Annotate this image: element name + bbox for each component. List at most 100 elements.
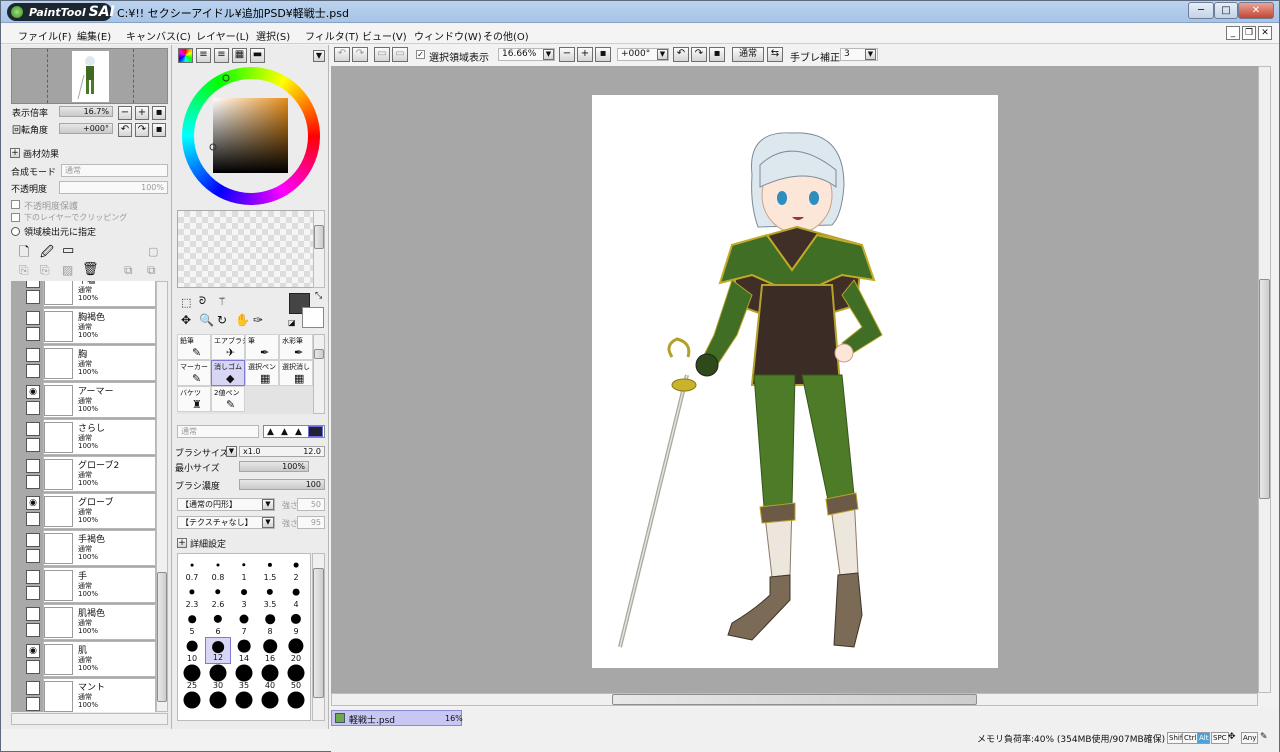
brush-size-cell[interactable]: 9 (283, 610, 309, 637)
toolbar-zoom-in-button[interactable]: + (577, 47, 593, 62)
tool-eraser[interactable]: 消しゴム ◆ (211, 360, 245, 386)
link-mask-icon[interactable]: ⧉ (147, 263, 156, 278)
menu-filter[interactable]: フィルタ(T) (305, 28, 359, 43)
view-mode-button[interactable]: 通常 (732, 47, 764, 62)
opacity-slider[interactable]: 100% (59, 181, 168, 194)
brush-blend-select[interactable]: 通常 (177, 425, 259, 438)
layer-row[interactable]: 胸褐色 通常 100% (11, 308, 156, 345)
layer-lock-toggle[interactable] (26, 401, 40, 415)
rect-select-icon[interactable]: ⬚ (181, 296, 191, 309)
menu-canvas[interactable]: キャンバス(C) (126, 28, 191, 43)
layer-item[interactable]: 胸褐色 通常 100% (43, 308, 156, 344)
menu-window[interactable]: ウィンドウ(W) (414, 28, 482, 43)
min-size-slider[interactable]: 100% (239, 461, 309, 472)
minimize-button[interactable]: ─ (1188, 2, 1214, 19)
layer-lock-toggle[interactable] (26, 364, 40, 378)
tool-watercolor[interactable]: 水彩筆 ✒ (279, 334, 313, 360)
clear-layer-icon[interactable]: ▨ (62, 263, 73, 277)
apply-mask-icon[interactable]: ⧉ (124, 263, 133, 278)
toolbar-rotate-reset-button[interactable]: ▪ (709, 47, 725, 62)
paper-effect-expand-icon[interactable]: + (10, 148, 20, 158)
zoom-reset-button[interactable]: ▪ (152, 106, 166, 120)
new-layer-icon[interactable]: 🗋 (19, 243, 29, 265)
color-wheel-tab-icon[interactable] (178, 48, 193, 63)
visibility-toggle[interactable] (26, 422, 40, 436)
layer-scrollbar-thumb[interactable] (157, 572, 167, 702)
brush-size-cell[interactable]: 8 (257, 610, 283, 637)
edge-hard-icon[interactable]: ▲ (267, 427, 274, 437)
selection-source-radio[interactable] (11, 227, 20, 236)
visibility-toggle[interactable] (26, 533, 40, 547)
layer-lock-toggle[interactable] (26, 623, 40, 637)
shape-strength-value[interactable]: 50 (297, 498, 325, 511)
brush-size-cell[interactable]: 50 (283, 664, 309, 691)
layer-lock-toggle[interactable] (26, 327, 40, 341)
brush-size-cell[interactable]: 40 (257, 664, 283, 691)
brush-size-cell[interactable]: 30 (205, 664, 231, 691)
brush-shape-select[interactable]: 【通常の円形】 (177, 498, 275, 511)
tool-airbrush[interactable]: エアブラシ ✈ (211, 334, 249, 360)
color-wheel[interactable] (182, 67, 320, 205)
visibility-toggle[interactable] (26, 459, 40, 473)
stabilizer-dropdown-icon[interactable]: ▼ (865, 49, 876, 60)
tool-select-pen[interactable]: 選択ペン ▦ (245, 360, 279, 386)
rotate-icon[interactable]: ↻ (217, 313, 227, 327)
canvas-hscrollbar-thumb[interactable] (612, 694, 977, 705)
rotate-left-button[interactable]: ↶ (118, 123, 132, 137)
zoom-out-button[interactable]: − (118, 106, 132, 120)
background-color-swatch[interactable] (302, 307, 324, 328)
brush-size-cell[interactable]: 3.5 (257, 583, 283, 610)
move-icon[interactable]: ✥ (181, 313, 191, 327)
selection-show-checkbox[interactable]: ✓ (416, 50, 425, 59)
brush-size-cell[interactable]: 10 (179, 637, 205, 664)
brush-size-cell[interactable]: 2.3 (179, 583, 205, 610)
document-tab[interactable]: 軽戦士.psd 16% (331, 710, 463, 726)
mdi-minimize-icon[interactable]: _ (1226, 26, 1240, 40)
brush-size-cell[interactable] (257, 691, 283, 718)
brush-size-cell[interactable]: 2 (283, 556, 309, 583)
rotate-right-button[interactable]: ↷ (135, 123, 149, 137)
brush-size-cell[interactable]: 0.8 (205, 556, 231, 583)
brush-size-cell[interactable]: 5 (179, 610, 205, 637)
brush-size-cell[interactable]: 0.7 (179, 556, 205, 583)
layer-row[interactable]: 下着 通常 100% (11, 281, 156, 308)
layer-item[interactable]: グローブ 通常 100% (43, 493, 156, 529)
layer-scrollbar[interactable] (156, 281, 168, 712)
layer-lock-toggle[interactable] (26, 549, 40, 563)
layer-item[interactable]: マント 通常 100% (43, 678, 156, 712)
visibility-toggle[interactable] (26, 311, 40, 325)
brush-size-cell[interactable] (231, 691, 257, 718)
brush-size-cell[interactable]: 3 (231, 583, 257, 610)
scratchpad-scrollbar[interactable] (313, 210, 325, 288)
swatches-tab-icon[interactable]: ▦ (232, 48, 247, 63)
brush-texture-select[interactable]: 【テクスチャなし】 (177, 516, 275, 529)
zoom-slider[interactable]: 16.7% (59, 106, 113, 117)
tool-marker[interactable]: マーカー ✎ (177, 360, 211, 386)
layer-lock-toggle[interactable] (26, 290, 40, 304)
layer-item[interactable]: 手褐色 通常 100% (43, 530, 156, 566)
brush-density-slider[interactable]: 100 (239, 479, 325, 490)
menu-view[interactable]: ビュー(V) (362, 28, 407, 43)
scratchpad-tab-icon[interactable]: ▬ (250, 48, 265, 63)
layer-row[interactable]: さらし 通常 100% (11, 419, 156, 456)
layer-item[interactable]: 肌通常 100% (43, 641, 156, 677)
mdi-close-icon[interactable]: ✕ (1258, 26, 1272, 40)
brush-edge-selector[interactable]: ▲ ▲ ▲ (263, 425, 325, 438)
hsv-slider-tab-icon[interactable]: ≡ (214, 48, 229, 63)
close-button[interactable]: ✕ (1238, 2, 1274, 19)
eye-icon[interactable]: ◉ (26, 385, 40, 399)
brush-size-cell[interactable]: 16 (257, 637, 283, 664)
eye-icon[interactable]: ◉ (26, 496, 40, 510)
scratchpad[interactable] (177, 210, 314, 288)
eyedropper-icon[interactable]: ✑ (253, 313, 263, 327)
transparent-color-icon[interactable]: ◪ (288, 318, 296, 327)
brush-size-slider[interactable]: x1.0 12.0 (239, 446, 325, 457)
brush-texture-dropdown-icon[interactable]: ▼ (262, 517, 274, 528)
visibility-toggle[interactable] (26, 570, 40, 584)
brush-size-cell[interactable] (205, 691, 231, 718)
layer-lock-toggle[interactable] (26, 697, 40, 711)
layer-row[interactable]: ◉ 肌通常 100% (11, 641, 156, 678)
merge-down-icon[interactable]: ⎘ (40, 263, 50, 278)
rotate-slider[interactable]: +000° (59, 123, 113, 134)
toolbar-rotate-right-button[interactable]: ↷ (691, 47, 707, 62)
